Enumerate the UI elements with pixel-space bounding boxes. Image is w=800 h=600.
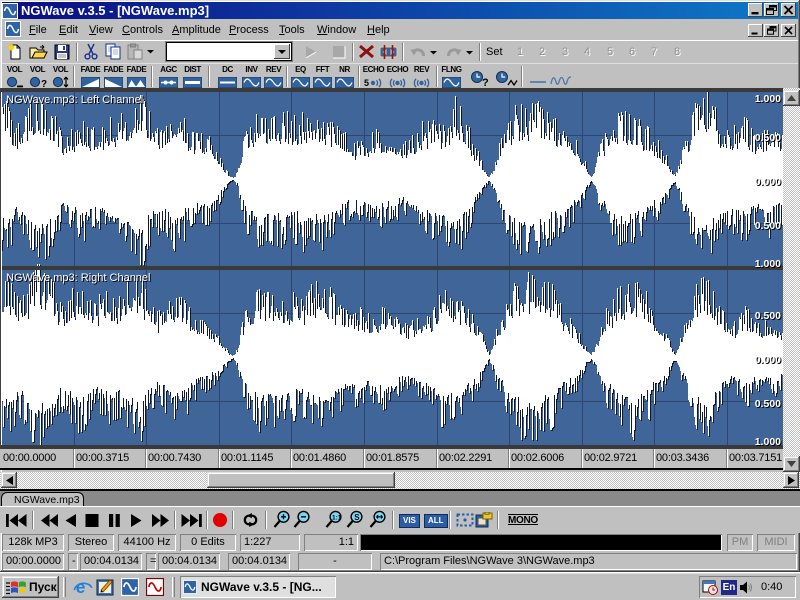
svg-text:?: ? [41,79,47,88]
svg-text:S: S [354,513,360,522]
svg-text:?: ? [482,77,489,87]
svg-text:e: e [76,577,86,597]
svg-text:1:1: 1:1 [332,514,342,521]
svg-text:5: 5 [364,78,369,88]
